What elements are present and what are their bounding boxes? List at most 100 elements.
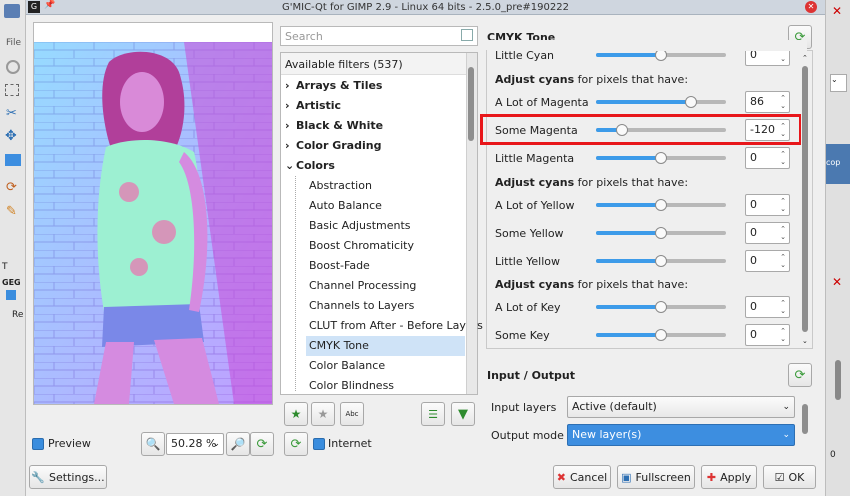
scroll-down-icon[interactable]: ⌄ (802, 337, 808, 345)
spin-arrows-icon[interactable]: ⌃ ⌄ (780, 327, 786, 343)
category-colors[interactable]: ⌄ Colors (285, 156, 465, 176)
param-slider[interactable] (596, 152, 726, 164)
param-label: Little Yellow (495, 255, 560, 268)
slider-handle[interactable] (655, 152, 667, 164)
filter-item[interactable]: Channel Processing (306, 276, 465, 296)
filter-item[interactable]: CMYK Tone (306, 336, 465, 356)
param-slider[interactable] (596, 96, 726, 108)
cancel-button[interactable]: ✖ Cancel (553, 465, 611, 489)
preview-image[interactable] (34, 42, 272, 404)
output-mode-select[interactable]: New layer(s) ⌄ (567, 424, 795, 446)
filter-item-label: Abstraction (309, 179, 372, 192)
reset-io-button[interactable]: ⟳ (788, 363, 812, 387)
category-arrays-tiles[interactable]: › Arrays & Tiles (285, 76, 465, 96)
apply-button[interactable]: ✚ Apply (701, 465, 757, 489)
param-spinbox[interactable]: 0 ⌃ ⌄ (745, 296, 790, 318)
scroll-up-icon[interactable]: ⌃ (802, 54, 808, 62)
expand-collapse-button[interactable]: ☰ (421, 402, 445, 426)
fullscreen-button[interactable]: ▣ Fullscreen (617, 465, 695, 489)
settings-button[interactable]: 🔧 Settings... (29, 465, 107, 489)
param-slider[interactable] (596, 199, 726, 211)
param-label: Some Yellow (495, 227, 564, 240)
gimp-dropdown-icon[interactable]: ⌄ (830, 74, 847, 92)
filter-item[interactable]: Auto Balance (306, 196, 465, 216)
param-slider[interactable] (596, 49, 726, 61)
spin-arrows-icon[interactable]: ⌃ ⌄ (780, 299, 786, 315)
zoom-combo[interactable]: 50.28 % ⌄ (166, 433, 224, 455)
filter-item[interactable]: Abstraction (306, 176, 465, 196)
slider-handle[interactable] (655, 255, 667, 267)
gimp-close-icon-2[interactable]: ✕ (832, 275, 842, 289)
param-slider[interactable] (596, 301, 726, 313)
spin-arrows-icon[interactable]: ⌃ ⌄ (780, 94, 786, 110)
filter-item[interactable]: Color Blindness (306, 376, 465, 396)
param-value: 0 (750, 300, 757, 313)
param-spinbox[interactable]: 0 ⌃ ⌄ (745, 222, 790, 244)
zoom-in-button[interactable]: 🔎 (226, 432, 250, 456)
zoom-out-button[interactable]: 🔍 (141, 432, 165, 456)
slider-handle[interactable] (655, 329, 667, 341)
category-artistic[interactable]: › Artistic (285, 96, 465, 116)
window-titlebar[interactable]: G 📌 G'MIC-Qt for GIMP 2.9 - Linux 64 bit… (26, 0, 825, 15)
search-clear-icon[interactable] (461, 29, 473, 41)
refresh-preview-button[interactable]: ⟳ (250, 432, 274, 456)
params-scrollbar[interactable]: ⌃ ⌄ (801, 52, 812, 347)
param-slider[interactable] (596, 329, 726, 341)
lasso-tool-icon[interactable] (6, 60, 20, 74)
search-input[interactable]: Search (280, 26, 478, 46)
slider-handle[interactable] (684, 96, 697, 108)
pencil-tool-icon[interactable]: ✎ (6, 204, 17, 219)
gimp-layer-thumb[interactable]: cop (826, 144, 850, 184)
io-scrollbar[interactable] (801, 398, 812, 454)
gimp-tab-label: T (2, 262, 8, 272)
filter-item-label: Channel Processing (309, 279, 417, 292)
add-favorite-button[interactable]: ★ (284, 402, 308, 426)
input-layers-select[interactable]: Active (default) ⌄ (567, 396, 795, 418)
scrollbar-thumb[interactable] (802, 66, 808, 332)
align-tool-icon[interactable] (5, 154, 21, 166)
filter-item[interactable]: Channels to Layers (306, 296, 465, 316)
gimp-checkbox[interactable] (6, 290, 16, 300)
gimp-file-menu[interactable]: File (6, 38, 21, 48)
param-slider[interactable] (596, 255, 726, 267)
param-spinbox[interactable]: 86 ⌃ ⌄ (745, 91, 790, 113)
rect-select-tool-icon[interactable] (5, 84, 19, 96)
spin-arrows-icon[interactable]: ⌃ ⌄ (780, 253, 786, 269)
rename-favorite-button[interactable]: Abc (340, 402, 364, 426)
move-tool-icon[interactable]: ✥ (5, 128, 17, 144)
param-spinbox[interactable]: 0 ⌃ ⌄ (745, 194, 790, 216)
category-black-white[interactable]: › Black & White (285, 116, 465, 136)
scissors-tool-icon[interactable]: ✂ (6, 106, 17, 121)
warp-tool-icon[interactable]: ⟳ (6, 180, 17, 195)
ok-button[interactable]: ☑ OK (763, 465, 816, 489)
gimp-scrollbar[interactable] (835, 360, 841, 400)
filter-item[interactable]: Boost Chromaticity (306, 236, 465, 256)
filter-item[interactable]: Boost-Fade (306, 256, 465, 276)
spin-arrows-icon[interactable]: ⌃ ⌄ (780, 197, 786, 213)
filter-tree-scrollbar[interactable] (466, 53, 477, 394)
slider-handle[interactable] (655, 301, 667, 313)
slider-fill (596, 156, 661, 160)
window-close-icon[interactable]: ✕ (805, 1, 817, 13)
param-spinbox[interactable]: 0 ⌃ ⌄ (745, 250, 790, 272)
slider-handle[interactable] (655, 227, 667, 239)
cancel-label: Cancel (569, 470, 608, 484)
category-color-grading[interactable]: › Color Grading (285, 136, 465, 156)
preview-checkbox[interactable] (32, 438, 44, 450)
param-spinbox[interactable]: 0 ⌃ ⌄ (745, 147, 790, 169)
filter-item[interactable]: Basic Adjustments (306, 216, 465, 236)
update-filters-button[interactable]: ▼ (451, 402, 475, 426)
spin-arrows-icon[interactable]: ⌃ ⌄ (780, 150, 786, 166)
internet-checkbox[interactable] (313, 438, 325, 450)
slider-handle[interactable] (655, 199, 667, 211)
gimp-close-icon[interactable]: ✕ (832, 4, 842, 18)
param-slider[interactable] (596, 227, 726, 239)
spin-arrows-icon[interactable]: ⌃ ⌄ (780, 225, 786, 241)
remove-favorite-button[interactable]: ★ (311, 402, 335, 426)
filter-item[interactable]: CLUT from After - Before Layers (306, 316, 483, 336)
param-spinbox[interactable]: 0 ⌃ ⌄ (745, 324, 790, 346)
filter-item[interactable]: Color Balance (306, 356, 465, 376)
scrollbar-thumb[interactable] (468, 67, 474, 141)
scrollbar-thumb[interactable] (802, 404, 808, 434)
refresh-filters-button[interactable]: ⟳ (284, 432, 308, 456)
